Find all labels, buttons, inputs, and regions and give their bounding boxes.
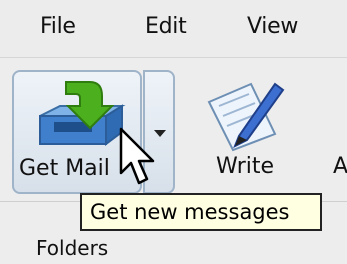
tooltip-text: Get new messages: [90, 200, 290, 224]
inbox-download-icon: [39, 81, 126, 146]
tooltip: Get new messages: [80, 193, 322, 231]
menu-file[interactable]: File: [40, 14, 76, 39]
write-label[interactable]: Write: [216, 154, 274, 179]
menu-view[interactable]: View: [247, 14, 298, 39]
menu-bar: File Edit View: [0, 0, 347, 58]
get-mail-label: Get Mail: [19, 156, 110, 181]
write-pen-icon[interactable]: [205, 80, 285, 152]
address-book-label-partial[interactable]: A: [333, 154, 347, 179]
folders-header: Folders: [36, 236, 109, 260]
menu-edit[interactable]: Edit: [145, 14, 187, 39]
mouse-pointer-icon: [119, 127, 155, 185]
